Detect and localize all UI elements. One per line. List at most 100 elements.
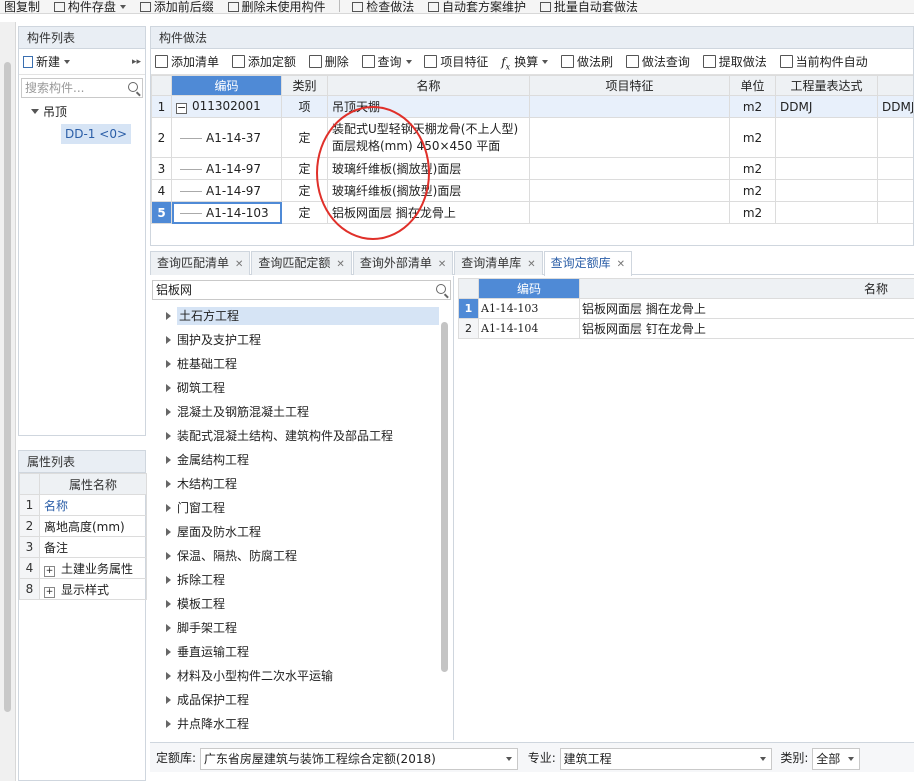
expand-triangle-icon[interactable] <box>166 552 171 560</box>
property-row[interactable]: 4 + 土建业务属性 <box>19 557 147 579</box>
property-row[interactable]: 3 备注 <box>19 536 147 558</box>
search-icon[interactable] <box>128 82 138 92</box>
cell-extra[interactable] <box>877 201 913 224</box>
add-quota-button[interactable]: 添加定额 <box>231 49 296 74</box>
property-row[interactable]: 1 名称 <box>19 494 147 516</box>
cell-extra[interactable] <box>877 179 913 202</box>
category-item[interactable]: 混凝土及钢筋混凝土工程 <box>150 400 453 424</box>
scrollbar-thumb[interactable] <box>4 62 11 712</box>
tree-node-dd1[interactable]: DD-1 <0> <box>19 123 145 145</box>
category-item[interactable]: 模板工程 <box>150 592 453 616</box>
quota-lib-select[interactable]: 广东省房屋建筑与装饰工程综合定额(2018) <box>199 747 518 770</box>
cell-type[interactable]: 定 <box>281 201 328 224</box>
cell-feature[interactable] <box>529 201 730 224</box>
category-item[interactable]: 砌筑工程 <box>150 376 453 400</box>
tree-node-ceiling[interactable]: 吊顶 <box>19 101 145 123</box>
category-item[interactable]: 围护及支护工程 <box>150 328 453 352</box>
query-button[interactable]: 查询 <box>361 49 412 74</box>
cell-name[interactable]: 铝板网面层 钉在龙骨上 <box>579 318 914 339</box>
auto-current-button[interactable]: 当前构件自动 <box>779 49 868 74</box>
cell-expr[interactable] <box>775 157 878 180</box>
expand-triangle-icon[interactable] <box>166 648 171 656</box>
expand-triangle-icon[interactable] <box>166 360 171 368</box>
table-row[interactable]: 1 A1-14-103 铝板网面层 搁在龙骨上 <box>458 298 914 319</box>
cell-name[interactable]: 铝板网面层 搁在龙骨上 <box>579 298 914 319</box>
col-header-code[interactable]: 编码 <box>478 278 580 299</box>
category-item[interactable]: 桩基础工程 <box>150 352 453 376</box>
auto-scheme-button[interactable]: 自动套方案维护 <box>424 1 532 13</box>
expand-triangle-icon[interactable] <box>166 504 171 512</box>
expand-triangle-icon[interactable] <box>166 672 171 680</box>
cell-feature[interactable] <box>529 117 730 158</box>
expand-arrow-icon[interactable]: ▸▸ <box>132 49 141 75</box>
category-item[interactable]: 金属结构工程 <box>150 448 453 472</box>
cell-expr[interactable]: DDMJ <box>775 95 878 118</box>
collapse-minus-icon[interactable]: − <box>176 102 187 114</box>
tab-quota-library[interactable]: 查询定额库 ✕ <box>543 251 633 276</box>
close-icon[interactable]: ✕ <box>438 259 446 270</box>
expand-triangle-icon[interactable] <box>166 576 171 584</box>
cell-unit[interactable]: m2 <box>729 117 776 158</box>
category-item[interactable]: 井点降水工程 <box>150 712 453 736</box>
cell-extra[interactable]: DDMJ <box>877 95 913 118</box>
cell-expr[interactable] <box>775 201 878 224</box>
cell-code[interactable]: A1-14-103 <box>171 201 282 224</box>
table-row[interactable]: 4 A1-14-97 定 玻璃纤维板(搁放型)面层 m2 <box>151 179 913 202</box>
table-row[interactable]: 5 A1-14-103 定 铝板网面层 搁在龙骨上 m2 <box>151 201 913 224</box>
close-icon[interactable]: ✕ <box>336 259 344 270</box>
batch-auto-button[interactable]: 批量自动套做法 <box>536 1 644 13</box>
cell-feature[interactable] <box>529 95 730 118</box>
cell-code[interactable]: A1-14-103 <box>478 298 580 319</box>
cell-expr[interactable] <box>775 117 878 158</box>
category-item[interactable]: 垂直运输工程 <box>150 640 453 664</box>
expand-triangle-icon[interactable] <box>166 696 171 704</box>
category-item[interactable]: 木结构工程 <box>150 472 453 496</box>
expand-triangle-icon[interactable] <box>166 528 171 536</box>
practice-brush-button[interactable]: 做法刷 <box>561 49 613 74</box>
property-group[interactable]: + 土建业务属性 <box>39 557 147 579</box>
category-item[interactable]: 材料及小型构件二次水平运输 <box>150 664 453 688</box>
add-bill-button[interactable]: 添加清单 <box>155 49 219 74</box>
category-item[interactable]: 装配式混凝土结构、建筑构件及部品工程 <box>150 424 453 448</box>
extract-practice-button[interactable]: 提取做法 <box>702 49 767 74</box>
copy-button[interactable]: 图复制 <box>0 1 46 13</box>
category-item[interactable]: 土石方工程 <box>150 304 453 328</box>
cell-extra[interactable] <box>877 117 913 158</box>
col-header-name[interactable]: 名称 <box>327 75 530 96</box>
check-practice-button[interactable]: 检查做法 <box>348 1 420 13</box>
search-icon[interactable] <box>436 284 446 294</box>
table-row[interactable]: 2 A1-14-37 定 装配式U型轻钢天棚龙骨(不上人型) 面层规格(mm) 4… <box>151 117 913 158</box>
expand-triangle-icon[interactable] <box>166 456 171 464</box>
expand-triangle-icon[interactable] <box>166 408 171 416</box>
category-item[interactable]: 门窗工程 <box>150 496 453 520</box>
expand-triangle-icon[interactable] <box>166 312 171 320</box>
category-item[interactable]: 成品保护工程 <box>150 688 453 712</box>
cell-feature[interactable] <box>529 179 730 202</box>
cell-code[interactable]: A1-14-37 <box>171 117 282 158</box>
cell-extra[interactable] <box>877 157 913 180</box>
col-header-name[interactable]: 名称 <box>579 278 914 299</box>
cell-code[interactable]: A1-14-97 <box>171 179 282 202</box>
col-header-unit[interactable]: 单位 <box>729 75 776 96</box>
close-icon[interactable]: ✕ <box>617 259 625 270</box>
category-item[interactable]: 拆除工程 <box>150 568 453 592</box>
category-item[interactable]: 屋面及防水工程 <box>150 520 453 544</box>
tab-bill-library[interactable]: 查询清单库 ✕ <box>454 251 543 275</box>
expand-triangle-icon[interactable] <box>166 600 171 608</box>
expand-triangle-icon[interactable] <box>166 336 171 344</box>
property-row[interactable]: 2 离地高度(mm) <box>19 515 147 537</box>
cell-expr[interactable] <box>775 179 878 202</box>
table-row[interactable]: 1 −011302001 项 吊顶天棚 m2 DDMJ DDMJ <box>151 95 913 118</box>
delete-button[interactable]: 删除 <box>308 49 349 74</box>
expand-triangle-icon[interactable] <box>166 624 171 632</box>
category-select[interactable]: 全部 <box>812 747 861 770</box>
tab-match-quota[interactable]: 查询匹配定额 ✕ <box>251 251 352 275</box>
close-icon[interactable]: ✕ <box>235 259 243 270</box>
delete-unused-button[interactable]: 删除未使用构件 <box>224 1 332 13</box>
save-component-button[interactable]: 构件存盘 <box>50 1 132 13</box>
cell-code[interactable]: A1-14-104 <box>478 318 580 339</box>
add-prefix-button[interactable]: 添加前后缀 <box>136 1 220 13</box>
new-component-button[interactable]: 新建 <box>23 49 71 75</box>
cell-unit[interactable]: m2 <box>729 157 776 180</box>
convert-button[interactable]: fx 换算 <box>501 49 549 74</box>
